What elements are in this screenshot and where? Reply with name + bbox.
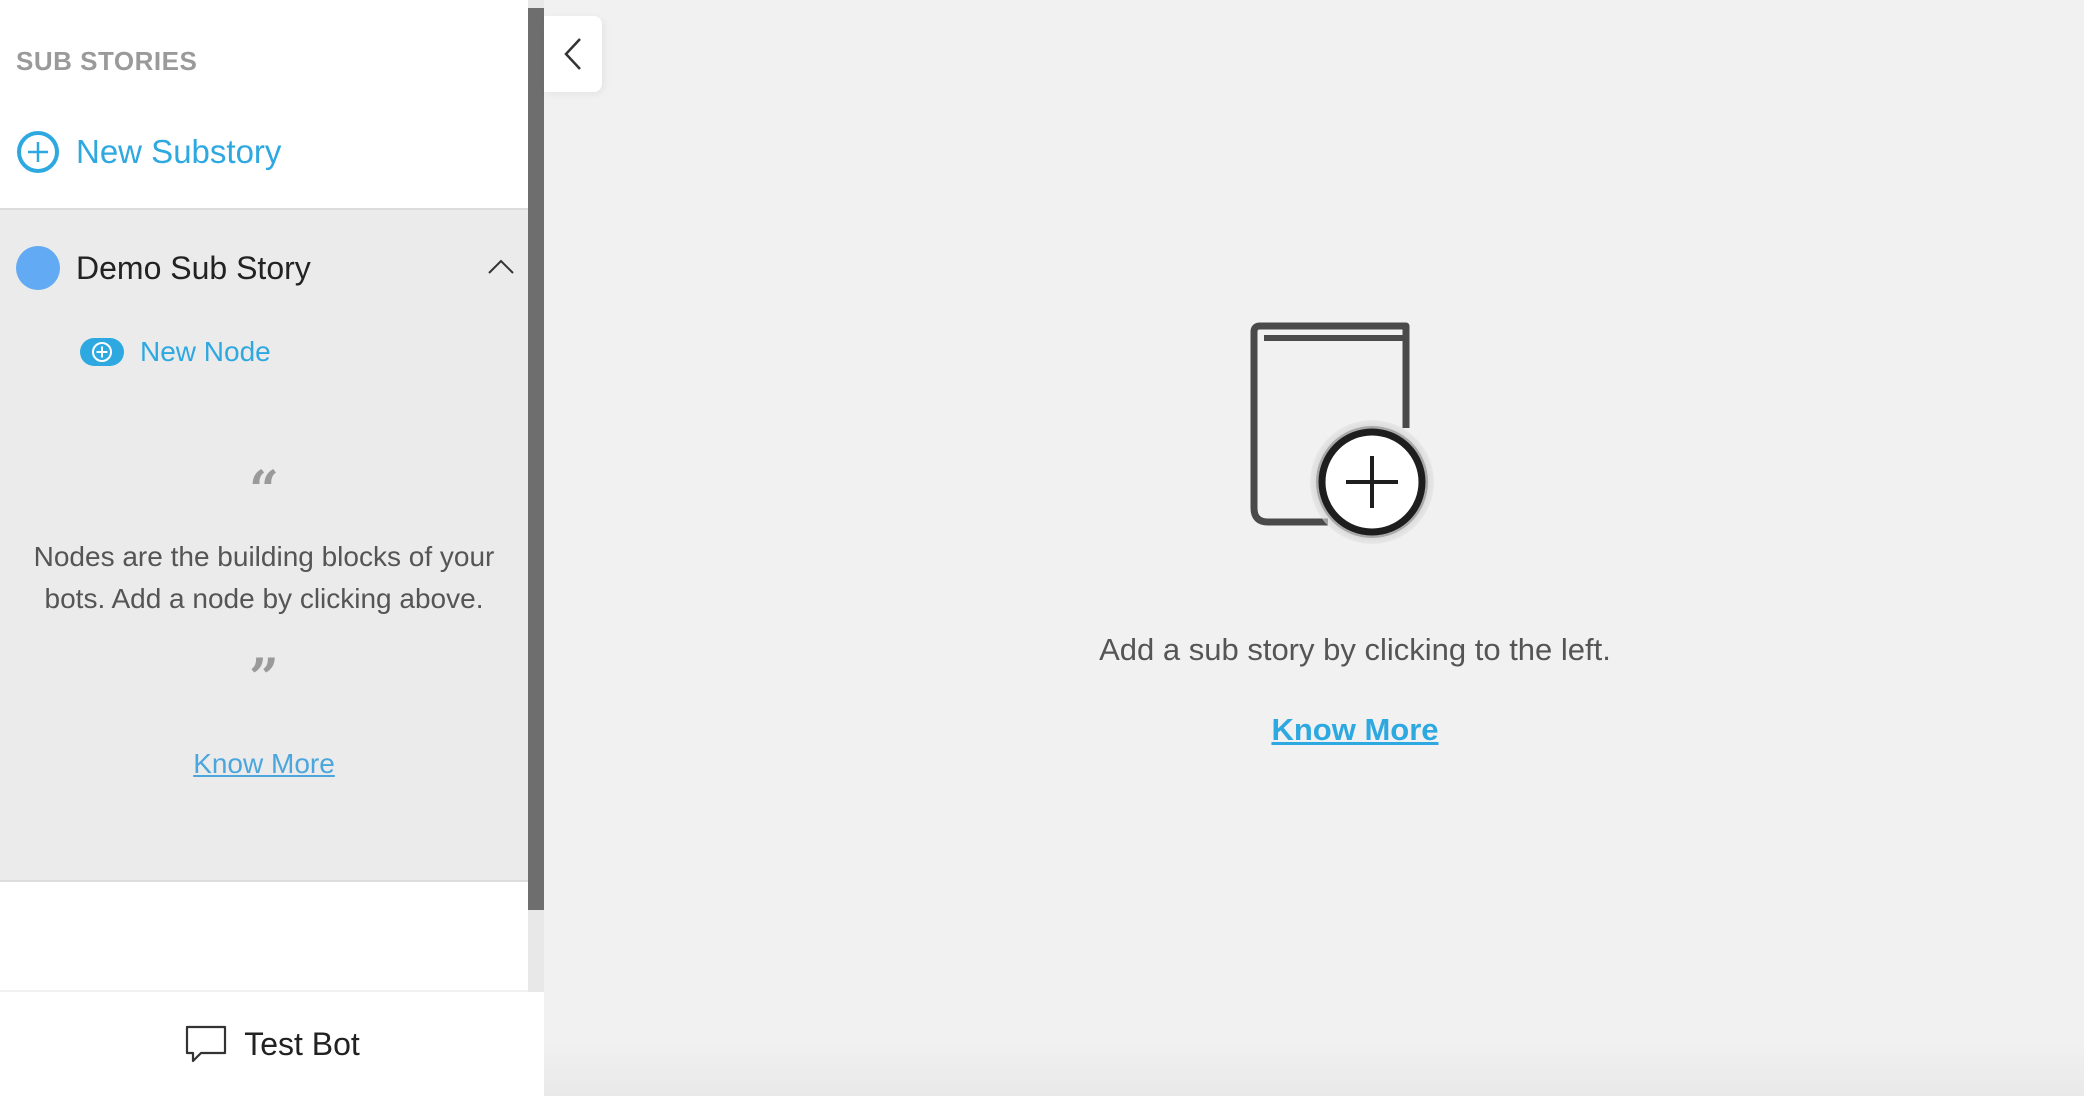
new-node-label: New Node: [140, 336, 271, 367]
plus-pill-icon: [80, 338, 124, 366]
substory-name: Demo Sub Story: [76, 249, 311, 286]
chat-bubble-icon: [186, 1025, 227, 1063]
open-quote-icon: “: [249, 460, 279, 521]
chevron-up-icon[interactable]: [486, 252, 516, 282]
bottom-fade: [544, 1040, 2084, 1096]
book-plus-icon: [1250, 322, 1434, 544]
know-more-link-sidebar[interactable]: Know More: [0, 748, 528, 780]
plus-circle-icon: [17, 131, 59, 173]
substory-panel: Demo Sub Story New Node “ Nodes are the …: [0, 208, 528, 882]
app-root: SUB STORIES New Substory Demo Sub Story: [0, 0, 2084, 1096]
new-node-button[interactable]: New Node: [80, 336, 271, 368]
test-bot-label: Test Bot: [244, 1025, 360, 1062]
nodes-hint-text: Nodes are the building blocks of your bo…: [33, 541, 495, 614]
new-substory-button[interactable]: New Substory: [16, 130, 281, 174]
collapse-sidebar-button[interactable]: [544, 16, 602, 92]
substory-color-dot: [16, 246, 60, 290]
test-bot-button[interactable]: Test Bot: [0, 992, 544, 1096]
empty-state-message: Add a sub story by clicking to the left.: [1099, 632, 1611, 667]
close-quote-icon: ”: [249, 648, 279, 709]
know-more-link-main[interactable]: Know More: [900, 712, 1810, 748]
sidebar: SUB STORIES New Substory Demo Sub Story: [0, 0, 528, 990]
new-substory-label: New Substory: [76, 133, 282, 170]
chevron-left-icon: [564, 38, 581, 70]
sidebar-title: SUB STORIES: [16, 46, 198, 76]
sidebar-scrollbar-thumb[interactable]: [528, 8, 544, 910]
substory-header-demo[interactable]: Demo Sub Story: [16, 246, 516, 290]
